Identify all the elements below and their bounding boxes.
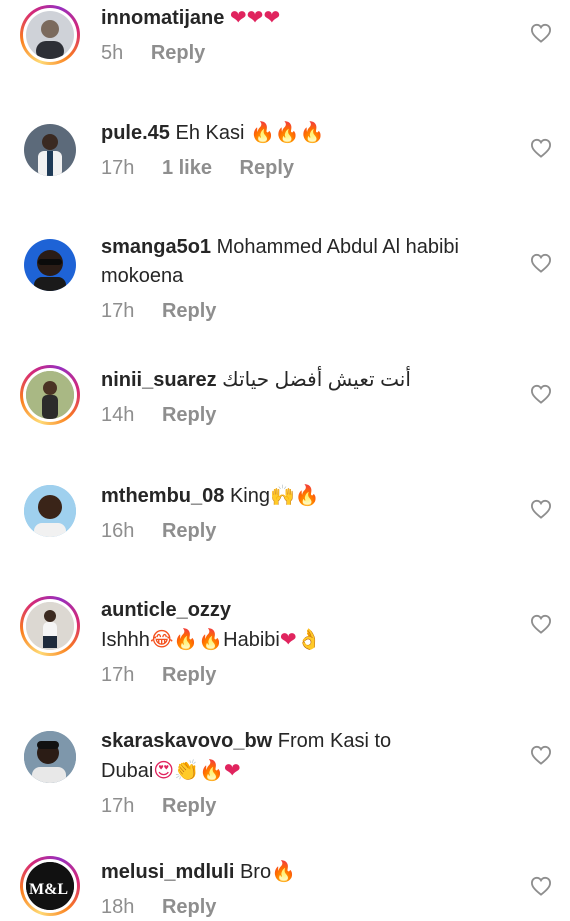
comment-body: Ishhh <box>101 629 150 651</box>
comment-meta: 16h Reply <box>101 517 511 545</box>
avatar-wrap[interactable] <box>20 481 80 541</box>
comment-body-continued: Dubai <box>101 760 154 782</box>
comment-username[interactable]: pule.45 <box>101 122 170 144</box>
comment-body: أنت تعيش أفضل حياتك <box>222 369 411 391</box>
heart-ok-hand-emoji: ❤👌 <box>279 627 322 651</box>
comment-text: aunticle_ozzy <box>101 596 511 625</box>
fire-emoji: 🔥🔥🔥 <box>249 120 325 144</box>
avatar-wrap[interactable] <box>20 727 80 787</box>
heart-outline-icon[interactable] <box>530 499 552 519</box>
comment-meta: 14h Reply <box>101 401 511 429</box>
reply-button[interactable]: Reply <box>162 404 216 426</box>
comment-body-continued: mokoena <box>101 265 184 287</box>
reply-button[interactable]: Reply <box>162 300 216 322</box>
heart-outline-icon[interactable] <box>530 384 552 404</box>
comment-timestamp: 14h <box>101 404 135 426</box>
comment-body-continued: Habibi <box>223 629 280 651</box>
comment-text: skaraskavovo_bw From Kasi to <box>101 727 511 756</box>
comment-timestamp: 17h <box>101 300 135 322</box>
avatar <box>24 731 76 783</box>
reply-button[interactable]: Reply <box>240 157 294 179</box>
heart-emoji: ❤❤❤ <box>229 5 281 29</box>
comment-timestamp: 17h <box>101 157 135 179</box>
heart-outline-icon[interactable] <box>530 138 552 158</box>
comment-text: smanga5o1 Mohammed Abdul Al habibi <box>101 233 511 262</box>
avatar <box>26 602 74 650</box>
comment-body: From Kasi to <box>277 730 392 752</box>
heart-outline-icon[interactable] <box>530 876 552 896</box>
laughing-fire-emoji: 😂🔥🔥 <box>149 627 224 651</box>
reply-button[interactable]: Reply <box>162 520 216 542</box>
reply-button[interactable]: Reply <box>162 795 216 817</box>
avatar <box>24 239 76 291</box>
comment-username[interactable]: aunticle_ozzy <box>101 599 231 621</box>
avatar-story-ring[interactable] <box>20 365 80 425</box>
comment-body: King <box>229 485 270 507</box>
heart-outline-icon[interactable] <box>530 253 552 273</box>
heart-outline-icon[interactable] <box>530 23 552 43</box>
avatar-wrap[interactable] <box>20 120 80 180</box>
avatar-wrap[interactable] <box>20 235 80 295</box>
comment-text: ninii_suarez أنت تعيش أفضل حياتك <box>101 366 511 395</box>
avatar: M&L <box>26 862 74 910</box>
comment-body: Bro <box>239 861 272 883</box>
comment-meta: 18h Reply <box>101 893 511 921</box>
comment-text: innomatijane ❤❤❤ <box>101 3 511 33</box>
comment-text-continued: mokoena <box>101 262 511 291</box>
avatar-story-ring[interactable] <box>20 596 80 656</box>
avatar-story-ring[interactable] <box>20 5 80 65</box>
comment-text-continued: Ishhh😂🔥🔥Habibi❤👌 <box>101 625 511 655</box>
brand-logo-text: M&L <box>29 881 68 898</box>
comment-text-continued: Dubai😍👏🔥❤ <box>101 756 511 786</box>
reply-button[interactable]: Reply <box>162 896 216 918</box>
comment-timestamp: 17h <box>101 795 135 817</box>
avatar <box>26 11 74 59</box>
comment-timestamp: 18h <box>101 896 135 918</box>
likes-count[interactable]: 1 like <box>162 157 212 179</box>
comment-username[interactable]: melusi_mdluli <box>101 861 234 883</box>
comment-body: Mohammed Abdul Al habibi <box>216 236 459 258</box>
avatar-story-ring[interactable]: M&L <box>20 856 80 916</box>
comment-timestamp: 16h <box>101 520 135 542</box>
comment-timestamp: 17h <box>101 664 135 686</box>
comment-text: melusi_mdluli Bro🔥 <box>101 857 511 887</box>
reply-button[interactable]: Reply <box>162 664 216 686</box>
avatar <box>24 485 76 537</box>
comment-meta: 17h Reply <box>101 661 511 689</box>
comment-text: pule.45 Eh Kasi 🔥🔥🔥 <box>101 118 511 148</box>
comment-meta: 17h Reply <box>101 297 511 325</box>
comment-username[interactable]: mthembu_08 <box>101 485 224 507</box>
reply-button[interactable]: Reply <box>151 42 205 64</box>
fire-emoji: 🔥 <box>271 859 296 883</box>
comment-username[interactable]: smanga5o1 <box>101 236 211 258</box>
heart-outline-icon[interactable] <box>530 614 552 634</box>
avatar <box>26 371 74 419</box>
avatar <box>24 124 76 176</box>
comment-text: mthembu_08 King🙌🔥 <box>101 481 511 511</box>
raising-hands-fire-emoji: 🙌🔥 <box>269 483 320 507</box>
comment-meta: 17h Reply <box>101 792 511 820</box>
heart-outline-icon[interactable] <box>530 745 552 765</box>
comment-username[interactable]: ninii_suarez <box>101 369 217 391</box>
comment-meta: 5h Reply <box>101 39 511 67</box>
comment-username[interactable]: skaraskavovo_bw <box>101 730 272 752</box>
comment-meta: 17h 1 like Reply <box>101 154 511 182</box>
comment-body: Eh Kasi <box>175 122 245 144</box>
comment-username[interactable]: innomatijane <box>101 7 224 29</box>
heart-eyes-clap-fire-heart-emoji: 😍👏🔥❤ <box>153 758 241 782</box>
comment-timestamp: 5h <box>101 42 124 64</box>
